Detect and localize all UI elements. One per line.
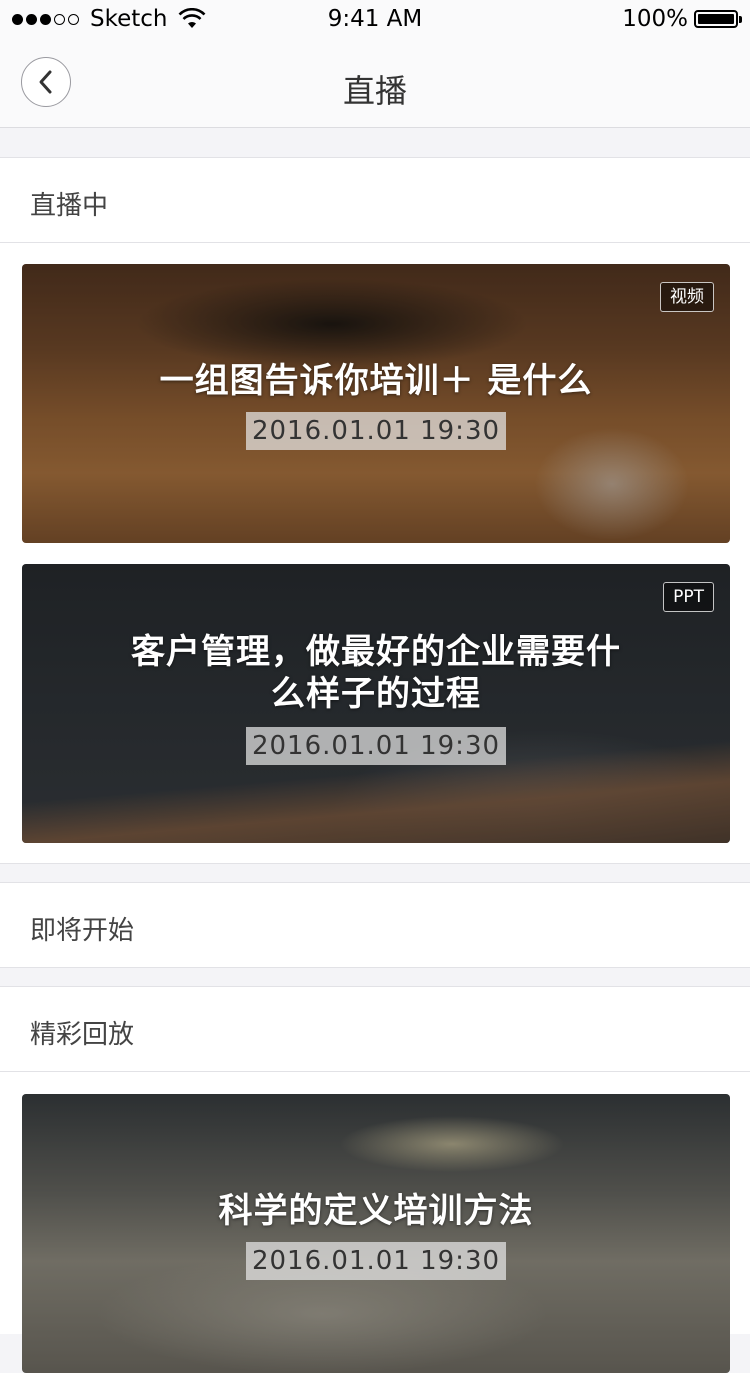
section-header-live: 直播中: [0, 157, 750, 243]
live-card[interactable]: 视频 一组图告诉你培训＋ 是什么 2016.01.01 19:30: [22, 264, 730, 543]
battery-percent: 100%: [622, 6, 688, 32]
live-card-list: 视频 一组图告诉你培训＋ 是什么 2016.01.01 19:30 PPT 客户…: [0, 243, 750, 864]
card-date: 2016.01.01 19:30: [246, 1242, 506, 1280]
media-type-badge: PPT: [663, 582, 714, 612]
card-title: 科学的定义培训方法: [218, 1191, 534, 1231]
card-date: 2016.01.01 19:30: [246, 412, 506, 450]
section-label: 即将开始: [30, 916, 135, 946]
section-label: 精彩回放: [30, 1020, 135, 1050]
page-title: 直播: [342, 72, 407, 110]
live-card[interactable]: PPT 客户管理，做最好的企业需要什么样子的过程 2016.01.01 19:3…: [22, 564, 730, 843]
battery-icon: [694, 10, 742, 28]
media-type-badge: 视频: [660, 282, 714, 312]
status-bar: Sketch 9:41 AM 100%: [0, 0, 750, 40]
navigation-bar: 直播: [0, 40, 750, 128]
card-title: 一组图告诉你培训＋ 是什么: [159, 361, 593, 401]
card-date: 2016.01.01 19:30: [246, 727, 506, 765]
replay-card[interactable]: 科学的定义培训方法 2016.01.01 19:30: [22, 1094, 730, 1373]
status-right: 100%: [622, 6, 742, 32]
replay-card-list: 科学的定义培训方法 2016.01.01 19:30: [0, 1072, 750, 1373]
card-title: 客户管理，做最好的企业需要什么样子的过程: [131, 632, 621, 714]
section-header-replay: 精彩回放: [0, 986, 750, 1072]
section-header-upcoming[interactable]: 即将开始: [0, 882, 750, 968]
section-label: 直播中: [30, 191, 109, 221]
